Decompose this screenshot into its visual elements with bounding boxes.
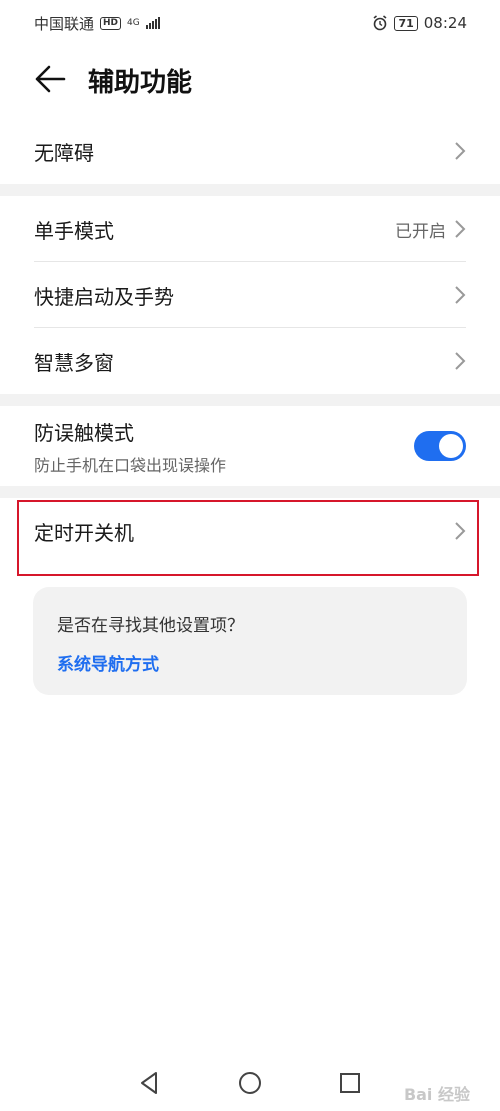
chevron-right-icon: [455, 142, 466, 160]
back-arrow-icon[interactable]: [34, 64, 66, 94]
nav-back-icon[interactable]: [136, 1069, 164, 1097]
status-right: 71 08:24: [372, 14, 467, 32]
chevron-right-icon: [455, 220, 466, 238]
chevron-right-icon: [455, 352, 466, 370]
row-shortcuts-gestures[interactable]: 快捷启动及手势: [0, 262, 500, 328]
row-value: 已开启: [395, 221, 446, 242]
signal-icon: [145, 17, 160, 29]
chevron-right-icon: [455, 522, 466, 540]
suggestion-card: 是否在寻找其他设置项？ 系统导航方式: [33, 587, 467, 695]
row-label: 智慧多窗: [34, 350, 114, 375]
pocket-mode-toggle[interactable]: [414, 431, 466, 461]
watermark-logo: Bai 经验: [403, 1085, 470, 1104]
nav-recents-icon[interactable]: [336, 1069, 364, 1097]
chevron-right-icon: [455, 286, 466, 304]
group-scheduled-power: 定时开关机: [0, 498, 500, 564]
status-bar: 中国联通 HD 4G 71 08:24: [0, 0, 500, 46]
status-left: 中国联通 HD 4G: [34, 13, 160, 34]
suggestion-question: 是否在寻找其他设置项？: [57, 616, 244, 636]
row-label: 单手模式: [34, 218, 114, 243]
nav-home-icon[interactable]: [236, 1069, 264, 1097]
toggle-knob: [439, 434, 463, 458]
section-gap: [0, 486, 500, 498]
header: 辅助功能: [0, 48, 500, 110]
alarm-icon: [373, 15, 387, 31]
group-modes: 单手模式 已开启 快捷启动及手势 智慧多窗: [0, 196, 500, 394]
row-pocket-mode: 防误触模式 防止手机在口袋出现误操作: [0, 406, 500, 486]
hd-badge: HD: [100, 16, 122, 30]
battery-icon: 71: [394, 15, 418, 31]
row-label: 无障碍: [34, 140, 94, 165]
carrier-label: 中国联通: [34, 14, 95, 33]
row-multi-window[interactable]: 智慧多窗: [0, 328, 500, 394]
section-gap: [0, 394, 500, 406]
row-label: 防误触模式: [34, 420, 134, 445]
network-type: 4G: [127, 17, 140, 28]
row-accessibility[interactable]: 无障碍: [0, 118, 500, 184]
row-sublabel: 防止手机在口袋出现误操作: [34, 455, 227, 475]
page-title: 辅助功能: [88, 68, 193, 98]
section-gap: [0, 184, 500, 196]
suggestion-link[interactable]: 系统导航方式: [57, 650, 159, 675]
row-label: 定时开关机: [34, 520, 134, 545]
group-pocket-mode: 防误触模式 防止手机在口袋出现误操作: [0, 406, 500, 486]
row-label: 快捷启动及手势: [34, 284, 174, 309]
row-one-hand-mode[interactable]: 单手模式 已开启: [0, 196, 500, 262]
clock: 08:24: [423, 14, 467, 32]
group-accessibility: 无障碍: [0, 118, 500, 184]
row-scheduled-power[interactable]: 定时开关机: [0, 498, 500, 564]
